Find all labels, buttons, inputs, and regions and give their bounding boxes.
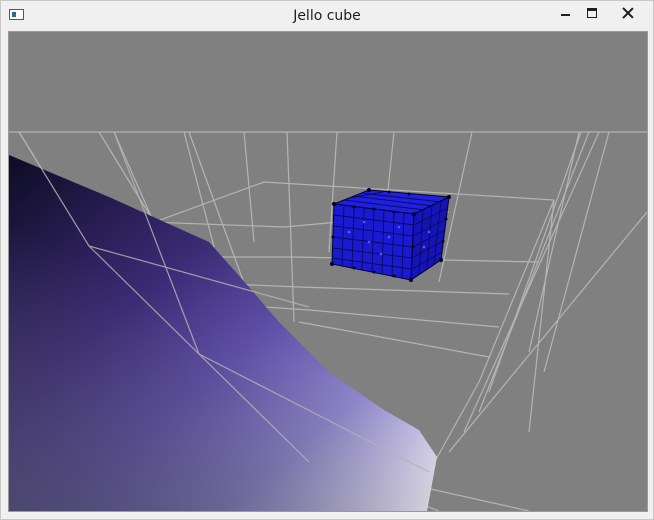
maximize-icon <box>587 8 597 18</box>
jello-cube[interactable] <box>330 188 451 282</box>
maximize-button[interactable] <box>579 1 605 25</box>
minimize-icon <box>560 14 570 16</box>
close-button[interactable] <box>606 1 650 25</box>
app-window: Jello cube <box>0 0 654 520</box>
opengl-viewport[interactable] <box>8 31 648 512</box>
close-icon <box>622 7 634 19</box>
title-bar[interactable]: Jello cube <box>1 1 653 31</box>
minimize-button[interactable] <box>551 1 579 25</box>
